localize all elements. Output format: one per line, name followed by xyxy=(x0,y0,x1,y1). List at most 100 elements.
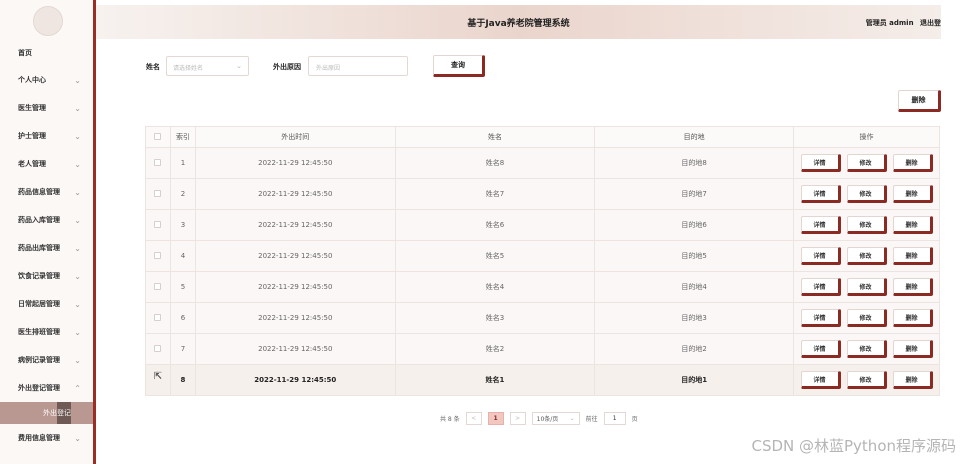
name-cell: 姓名5 xyxy=(394,240,596,272)
chevron-up-icon: ⌃ xyxy=(74,383,81,393)
edit-button[interactable]: 修改 xyxy=(846,340,887,358)
sidebar-item[interactable]: 药品出库管理 ⌄ xyxy=(0,234,93,262)
name-cell: 姓名8 xyxy=(394,147,596,179)
chevron-down-icon: ⌄ xyxy=(74,75,81,85)
delete-button[interactable]: 删除 xyxy=(892,216,933,234)
actions-cell: 详情 修改 删除 xyxy=(793,240,940,272)
sidebar-item[interactable]: 病例记录管理 ⌄ xyxy=(0,346,93,374)
detail-button[interactable]: 详情 xyxy=(800,371,841,389)
name-cell: 姓名4 xyxy=(394,271,596,303)
sidebar-item[interactable]: 医生管理 ⌄ xyxy=(0,94,93,122)
row-checkbox[interactable] xyxy=(154,158,162,166)
chevron-down-icon: ⌄ xyxy=(74,103,81,113)
detail-button[interactable]: 详情 xyxy=(800,154,841,172)
select-all-checkbox[interactable] xyxy=(154,132,162,140)
detail-button[interactable]: 详情 xyxy=(800,185,841,203)
select-all-cell xyxy=(145,126,171,148)
chevron-down-icon: ⌄ xyxy=(74,433,81,443)
detail-button[interactable]: 详情 xyxy=(800,247,841,265)
index-cell: 4 xyxy=(169,240,196,272)
delete-button[interactable]: 删除 xyxy=(892,340,933,358)
edit-button[interactable]: 修改 xyxy=(846,309,887,327)
next-page-button[interactable]: > xyxy=(509,412,526,425)
delete-button[interactable]: 删除 xyxy=(892,247,933,265)
name-select[interactable]: 请选择姓名 ⌄ xyxy=(166,56,249,76)
index-cell: 6 xyxy=(169,302,196,334)
index-cell: 7 xyxy=(169,333,196,365)
delete-button[interactable]: 删除 xyxy=(892,371,933,389)
column-header: 目的地 xyxy=(594,126,794,148)
chevron-down-icon: ⌄ xyxy=(74,355,81,365)
name-cell: 姓名6 xyxy=(394,209,596,241)
time-cell: 2022-11-29 12:45:50 xyxy=(194,147,396,179)
row-checkbox[interactable] xyxy=(154,220,162,228)
select-cell xyxy=(145,302,171,334)
sidebar-item[interactable]: 老人管理 ⌄ xyxy=(0,150,93,178)
table-row: 2 2022-11-29 12:45:50 姓名7 目的地7 详情 修改 删除 xyxy=(145,178,940,210)
chevron-down-icon: ⌄ xyxy=(569,415,575,422)
batch-delete-button[interactable]: 删除 xyxy=(898,90,941,112)
sidebar-item[interactable]: 饮食记录管理 ⌄ xyxy=(0,262,93,290)
select-cell xyxy=(145,271,171,303)
reason-input[interactable]: 外出原因 xyxy=(308,56,408,76)
edit-button[interactable]: 修改 xyxy=(846,154,887,172)
edit-button[interactable]: 修改 xyxy=(846,278,887,296)
logout-link[interactable]: 退出登 xyxy=(920,19,941,27)
edit-button[interactable]: 修改 xyxy=(846,371,887,389)
dest-cell: 目的地2 xyxy=(594,333,794,365)
chevron-down-icon: ⌄ xyxy=(74,327,81,337)
prev-page-button[interactable]: < xyxy=(465,412,482,425)
edit-button[interactable]: 修改 xyxy=(846,247,887,265)
select-cell xyxy=(145,209,171,241)
detail-button[interactable]: 详情 xyxy=(800,216,841,234)
sidebar-item[interactable]: 医生排班管理 ⌄ xyxy=(0,318,93,346)
row-checkbox[interactable] xyxy=(154,282,162,290)
sidebar-subitem-active[interactable]: 外出登记 xyxy=(0,402,93,424)
goto-page-input[interactable]: 1 xyxy=(603,412,626,425)
sidebar-item[interactable]: 外出登记管理 ⌃ xyxy=(0,374,93,402)
row-checkbox[interactable] xyxy=(154,344,162,352)
actions-cell: 详情 修改 删除 xyxy=(793,147,940,179)
sidebar-item-label: 医生排班管理 xyxy=(18,328,60,336)
sidebar-item[interactable]: 药品入库管理 ⌄ xyxy=(0,206,93,234)
query-button[interactable]: 查询 xyxy=(433,55,485,77)
time-cell: 2022-11-29 12:45:50 xyxy=(194,333,396,365)
page-number-button[interactable]: 1 xyxy=(487,412,504,425)
page-size-select[interactable]: 10条/页 ⌄ xyxy=(531,412,580,425)
detail-button[interactable]: 详情 xyxy=(800,309,841,327)
delete-button[interactable]: 删除 xyxy=(892,278,933,296)
sidebar-item-label: 首页 xyxy=(18,49,32,57)
edit-button[interactable]: 修改 xyxy=(846,216,887,234)
delete-button[interactable]: 删除 xyxy=(892,185,933,203)
user-info: 管理员 admin 退出登 xyxy=(866,18,941,28)
pagination-total: 共 8 条 xyxy=(440,416,460,423)
sidebar-item-label: 药品入库管理 xyxy=(18,216,60,224)
edit-button[interactable]: 修改 xyxy=(846,185,887,203)
actions-cell: 详情 修改 删除 xyxy=(793,209,940,241)
sidebar-item[interactable]: 药品信息管理 ⌄ xyxy=(0,178,93,206)
dest-cell: 目的地4 xyxy=(594,271,794,303)
page-unit-label: 页 xyxy=(631,416,638,423)
row-checkbox[interactable] xyxy=(154,313,162,321)
reason-input-placeholder: 外出原因 xyxy=(316,65,341,72)
chevron-down-icon: ⌄ xyxy=(74,243,81,253)
sidebar-item-label: 医生管理 xyxy=(18,104,46,112)
sidebar-item[interactable]: 日常起居管理 ⌄ xyxy=(0,290,93,318)
detail-button[interactable]: 详情 xyxy=(800,278,841,296)
sidebar-item[interactable]: 个人中心 ⌄ xyxy=(0,66,93,94)
row-checkbox[interactable] xyxy=(154,251,162,259)
delete-button[interactable]: 删除 xyxy=(892,154,933,172)
sidebar-item[interactable]: 护士管理 ⌄ xyxy=(0,122,93,150)
actions-cell: 详情 修改 删除 xyxy=(793,271,940,303)
detail-button[interactable]: 详情 xyxy=(800,340,841,358)
delete-button[interactable]: 删除 xyxy=(892,309,933,327)
sidebar-item-label: 费用信息管理 xyxy=(18,434,60,442)
chevron-down-icon: ⌄ xyxy=(74,299,81,309)
sidebar-item[interactable]: 费用信息管理 ⌄ xyxy=(0,424,93,452)
row-checkbox[interactable] xyxy=(154,189,162,197)
avatar[interactable] xyxy=(33,6,63,36)
sidebar-item-home[interactable]: 首页 xyxy=(0,40,93,66)
dest-cell: 目的地1 xyxy=(594,364,794,396)
name-select-placeholder: 请选择姓名 xyxy=(173,65,204,72)
time-cell: 2022-11-29 12:45:50 xyxy=(194,271,396,303)
